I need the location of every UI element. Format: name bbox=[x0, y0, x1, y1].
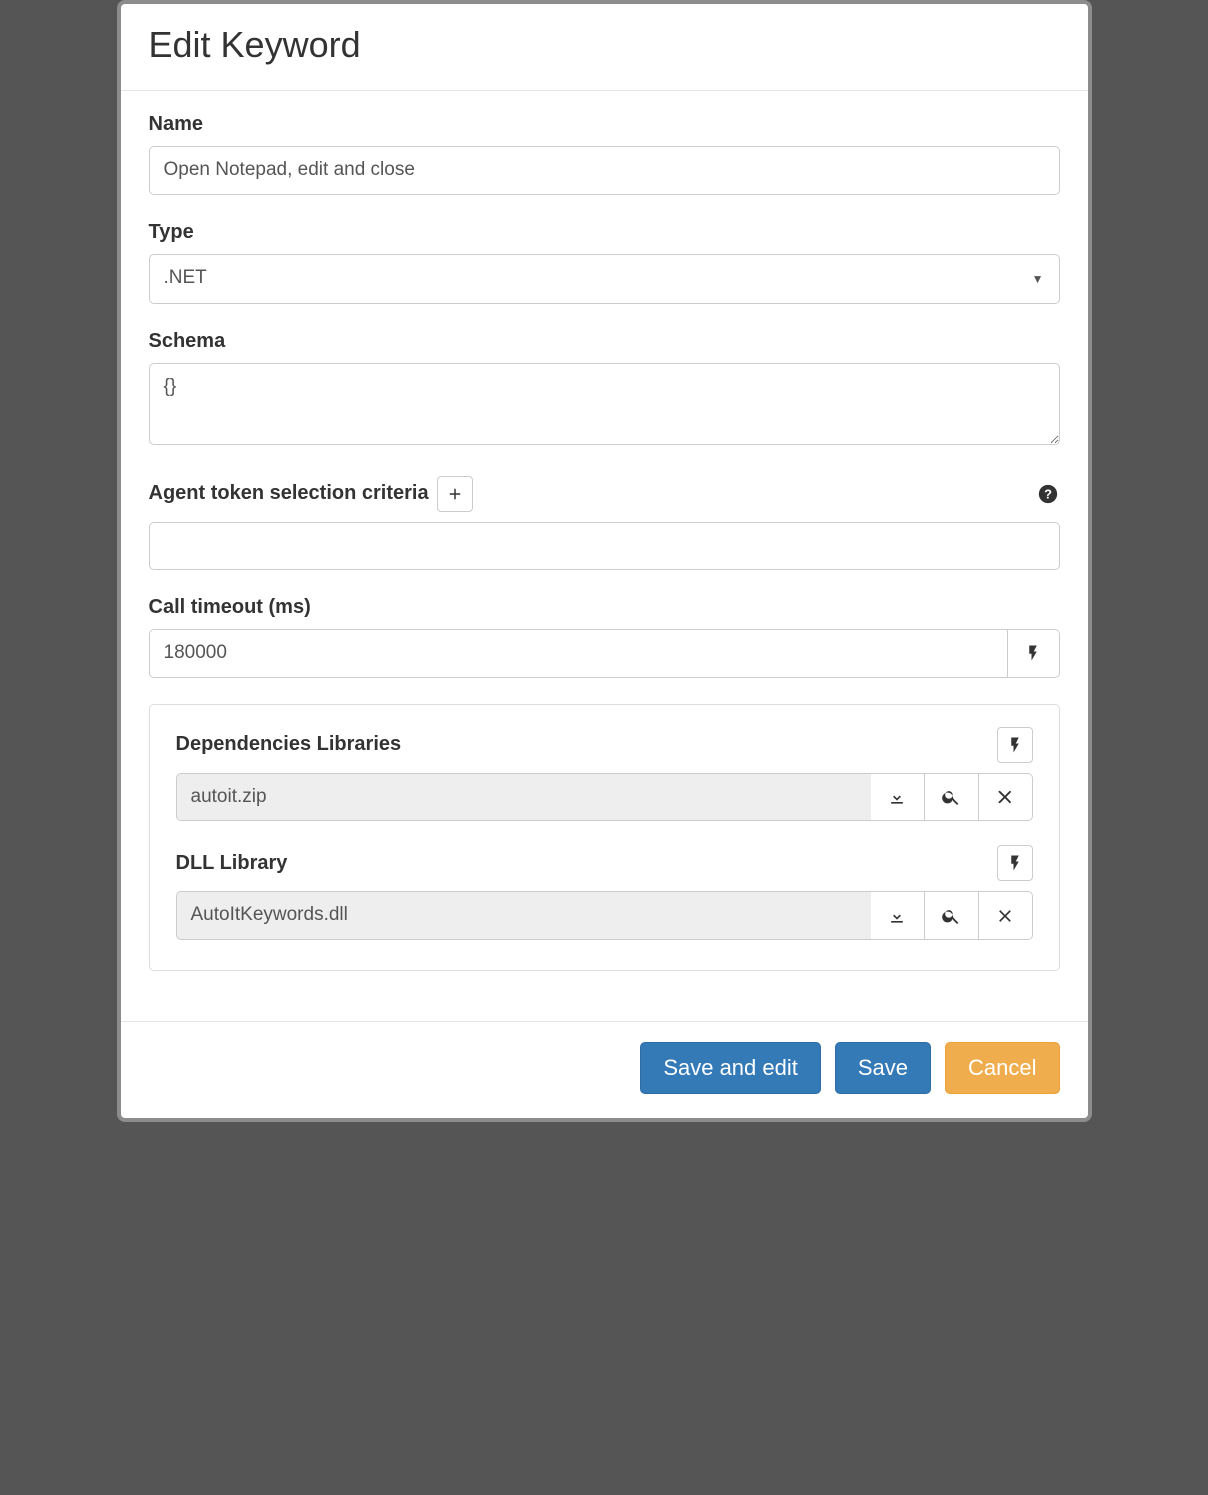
plus-icon bbox=[446, 485, 464, 503]
agent-criteria-input[interactable] bbox=[149, 522, 1060, 571]
download-icon bbox=[887, 787, 907, 807]
save-and-edit-button[interactable]: Save and edit bbox=[640, 1042, 821, 1094]
download-icon bbox=[887, 906, 907, 926]
name-input[interactable] bbox=[149, 146, 1060, 195]
dll-download-button[interactable] bbox=[871, 891, 925, 940]
dll-section: DLL Library AutoItKeywords.dll bbox=[176, 845, 1033, 940]
svg-text:?: ? bbox=[1044, 486, 1052, 501]
help-icon[interactable]: ? bbox=[1036, 482, 1060, 506]
search-icon bbox=[941, 787, 961, 807]
schema-group: Schema {} bbox=[149, 330, 1060, 450]
modal-body: Name Type .NET ▼ Schema {} Agent token s… bbox=[121, 91, 1088, 981]
save-button[interactable]: Save bbox=[835, 1042, 931, 1094]
dependencies-remove-button[interactable] bbox=[979, 773, 1033, 822]
close-icon bbox=[995, 787, 1015, 807]
modal-footer: Save and edit Save Cancel bbox=[121, 1021, 1088, 1118]
modal-title: Edit Keyword bbox=[149, 24, 1060, 66]
dependencies-file-display: autoit.zip bbox=[176, 773, 871, 822]
type-select[interactable]: .NET bbox=[149, 254, 1060, 304]
type-group: Type .NET ▼ bbox=[149, 221, 1060, 304]
dll-label: DLL Library bbox=[176, 852, 288, 875]
type-label: Type bbox=[149, 221, 1060, 244]
dependencies-section: Dependencies Libraries autoit.zip bbox=[176, 727, 1033, 822]
call-timeout-input[interactable] bbox=[149, 629, 1008, 678]
lightning-icon bbox=[1024, 644, 1042, 662]
dependencies-search-button[interactable] bbox=[925, 773, 979, 822]
modal-header: Edit Keyword bbox=[121, 4, 1088, 91]
dependencies-label: Dependencies Libraries bbox=[176, 733, 402, 756]
dll-remove-button[interactable] bbox=[979, 891, 1033, 940]
edit-keyword-modal: Edit Keyword Name Type .NET ▼ Schema {} bbox=[117, 0, 1092, 1122]
name-group: Name bbox=[149, 113, 1060, 195]
add-criteria-button[interactable] bbox=[437, 476, 473, 512]
dll-dynamic-button[interactable] bbox=[997, 845, 1033, 881]
call-timeout-dynamic-button[interactable] bbox=[1008, 629, 1060, 678]
dependencies-download-button[interactable] bbox=[871, 773, 925, 822]
call-timeout-label: Call timeout (ms) bbox=[149, 596, 1060, 619]
name-label: Name bbox=[149, 113, 1060, 136]
schema-textarea[interactable]: {} bbox=[149, 363, 1060, 445]
dll-search-button[interactable] bbox=[925, 891, 979, 940]
lightning-icon bbox=[1006, 736, 1024, 754]
schema-label: Schema bbox=[149, 330, 1060, 353]
agent-criteria-label: Agent token selection criteria bbox=[149, 482, 429, 505]
cancel-button[interactable]: Cancel bbox=[945, 1042, 1059, 1094]
search-icon bbox=[941, 906, 961, 926]
libraries-panel: Dependencies Libraries autoit.zip bbox=[149, 704, 1060, 971]
close-icon bbox=[995, 906, 1015, 926]
agent-criteria-group: Agent token selection criteria ? bbox=[149, 476, 1060, 571]
call-timeout-group: Call timeout (ms) bbox=[149, 596, 1060, 678]
lightning-icon bbox=[1006, 854, 1024, 872]
dependencies-dynamic-button[interactable] bbox=[997, 727, 1033, 763]
dll-file-display: AutoItKeywords.dll bbox=[176, 891, 871, 940]
